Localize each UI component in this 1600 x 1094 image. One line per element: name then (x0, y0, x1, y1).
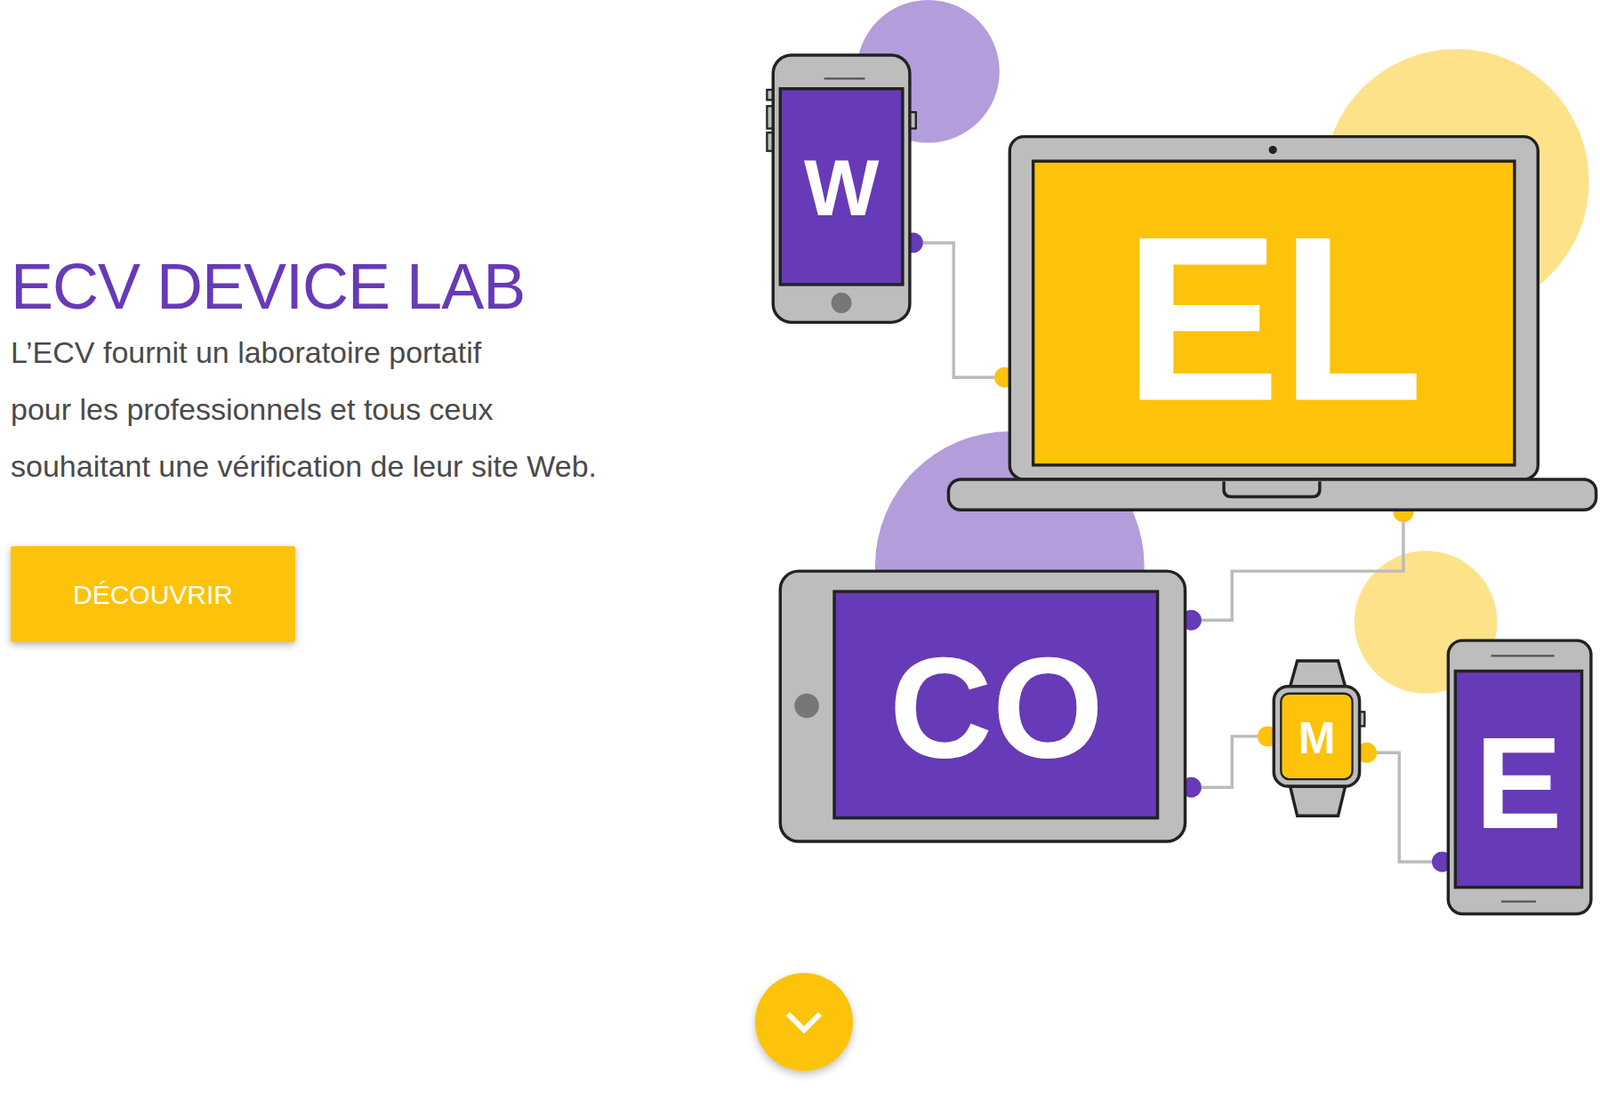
phone-letter: W (804, 143, 880, 233)
scroll-down-button[interactable] (755, 972, 853, 1071)
laptop-device: EL (948, 136, 1596, 511)
discover-button[interactable]: DÉCOUVRIR (10, 546, 296, 643)
hero-description: L’ECV fournit un laboratoire portatifpou… (10, 323, 765, 495)
chevron-down-icon (784, 1009, 824, 1035)
hero-title: ECV DEVICE LAB (10, 250, 765, 322)
hero-section: ECV DEVICE LAB L’ECV fournit un laborato… (0, 0, 1600, 1094)
devices-illustration: W EL CO M (764, 0, 1599, 1094)
tablet-device: CO (779, 570, 1185, 842)
tablet-letters: CO (889, 627, 1104, 788)
description-line: souhaitant une vérification de leur site… (10, 437, 765, 495)
watch-letter: M (1297, 712, 1335, 764)
description-line: pour les professionnels et tous ceux (10, 380, 765, 438)
discover-button-label: DÉCOUVRIR (72, 579, 234, 610)
phone-2-letter: E (1475, 709, 1563, 856)
hero-text: ECV DEVICE LAB L’ECV fournit un laborato… (0, 0, 765, 1094)
description-line: L’ECV fournit un laboratoire portatif (10, 323, 765, 381)
phone-device: W (766, 55, 916, 322)
watch-device: M (1273, 660, 1365, 816)
laptop-letters: EL (1124, 186, 1424, 450)
phone-2-device: E (1447, 640, 1592, 914)
